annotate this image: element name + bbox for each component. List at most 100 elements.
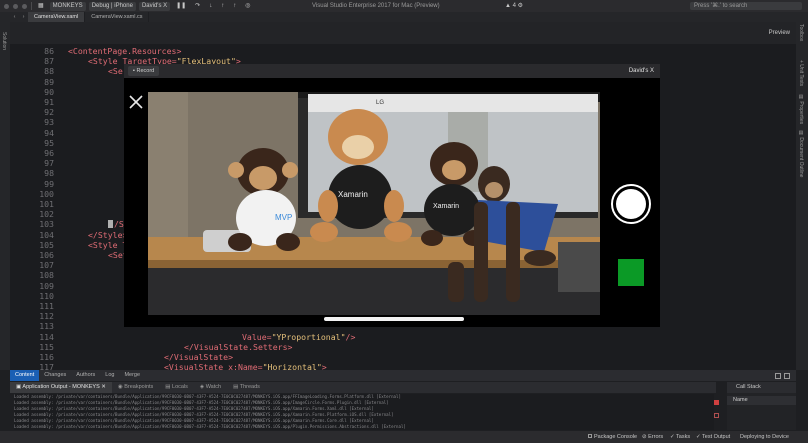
- configuration-selector[interactable]: Debug | iPhone: [88, 1, 136, 11]
- call-stack-name-column[interactable]: Name: [727, 396, 796, 405]
- preview-button[interactable]: Preview: [769, 30, 790, 36]
- monitor-brand: LG: [376, 100, 384, 106]
- code-text: <Se: [108, 66, 123, 77]
- record-button[interactable]: ▪ Record: [128, 66, 160, 76]
- close-icon[interactable]: [128, 94, 144, 110]
- tab-merge[interactable]: Merge: [119, 370, 145, 381]
- split-horizontal-icon[interactable]: [775, 373, 781, 379]
- tab-watch[interactable]: ◈ Watch: [194, 382, 227, 393]
- tab-log[interactable]: Log: [100, 370, 119, 381]
- tasks-button[interactable]: ✓ Tasks: [670, 431, 690, 443]
- line-number: 107: [39, 260, 54, 271]
- line-number: 86: [44, 46, 54, 56]
- line-number: 103: [39, 219, 54, 230]
- deploying-label: Deploying to Device: [740, 434, 789, 440]
- clear-output-icon[interactable]: [714, 413, 719, 418]
- window-zoom-button[interactable]: [22, 3, 27, 9]
- code-text: </VisualState.Setters>: [184, 341, 293, 352]
- record-icon: ▪: [133, 68, 135, 74]
- line-number: 100: [39, 188, 54, 199]
- tab-content[interactable]: Content: [10, 370, 40, 381]
- properties-pad-tab[interactable]: ▤ Properties: [798, 94, 804, 124]
- errors-label: Errors: [648, 434, 664, 440]
- tab-cameraview-xaml-cs[interactable]: CameraView.xaml.cs: [85, 12, 150, 22]
- test-output-label: Test Output: [702, 434, 731, 440]
- tab-application-output[interactable]: ▣ Application Output - MONKEYS ✕: [10, 382, 112, 393]
- code-line[interactable]: <Style T: [88, 240, 127, 250]
- package-console-label: Package Console: [594, 434, 638, 440]
- step-up-icon[interactable]: ↑: [230, 2, 239, 11]
- tab-changes[interactable]: Changes: [39, 370, 71, 381]
- window-minimize-button[interactable]: [13, 3, 18, 9]
- package-console-button[interactable]: Package Console: [588, 431, 637, 443]
- green-square-indicator[interactable]: [618, 259, 644, 286]
- pause-icon[interactable]: ❚❚: [173, 2, 189, 11]
- document-outline-pad-tab[interactable]: ▤ Document Outline: [798, 130, 804, 177]
- test-output-button[interactable]: ✓ Test Output: [696, 431, 730, 443]
- application-output[interactable]: Loaded assembly: /private/var/containers…: [14, 394, 714, 430]
- toolbox-pad-tab[interactable]: Toolbox: [798, 24, 804, 41]
- jersey-text-xamarin-2: Xamarin: [433, 203, 459, 210]
- line-number: 87: [44, 56, 54, 67]
- app-title: Visual Studio Enterprise 2017 for Mac (P…: [312, 3, 440, 9]
- errors-button[interactable]: ⊘ Errors: [642, 431, 663, 443]
- forward-arrow-icon[interactable]: ›: [19, 14, 28, 20]
- layout-icon[interactable]: ▦: [35, 2, 47, 11]
- document-tab-bar: ‹ › CameraView.xaml CameraView.xaml.cs: [10, 12, 796, 22]
- stop-icon[interactable]: ◎: [242, 2, 253, 11]
- tasks-label: Tasks: [676, 434, 691, 440]
- code-line[interactable]: </Style>: [88, 230, 127, 240]
- line-number: 94: [44, 127, 54, 138]
- search-input[interactable]: Press '⌘.' to search: [690, 2, 802, 10]
- code-text: </VisualState>: [164, 352, 234, 362]
- code-text: </Style>: [88, 229, 128, 240]
- step-into-icon[interactable]: ↓: [206, 2, 215, 11]
- warning-indicator[interactable]: ▲ 4 ⚙: [505, 0, 523, 12]
- solution-pad-tab[interactable]: Solution: [1, 32, 7, 50]
- line-number: 108: [39, 270, 54, 281]
- shutter-button[interactable]: [611, 184, 651, 224]
- code-line[interactable]: <Se: [108, 66, 123, 76]
- step-over-icon[interactable]: ↷: [192, 2, 203, 11]
- line-number: 90: [44, 86, 54, 97]
- code-line[interactable]: </VisualState.Setters>: [184, 342, 292, 352]
- editor-header: Preview: [10, 22, 796, 44]
- text-cursor: [108, 220, 113, 229]
- unit-tests-pad-tab[interactable]: + Unit Tests: [798, 60, 804, 86]
- tab-threads[interactable]: ▤ Threads: [227, 382, 266, 393]
- code-text: <ContentPage.Resources>: [68, 46, 182, 56]
- editor-bottom-tabs: Content Changes Authors Log Merge: [10, 370, 796, 381]
- line-number: 101: [39, 199, 54, 209]
- code-text: Value="YProportional"/>: [242, 331, 356, 342]
- line-number: 99: [44, 178, 54, 189]
- status-bar: Package Console ⊘ Errors ✓ Tasks ✓ Test …: [0, 431, 808, 443]
- tab-breakpoints-label: Breakpoints: [124, 384, 154, 390]
- line-number: 96: [44, 148, 54, 158]
- tab-locals[interactable]: ▤ Locals: [159, 382, 194, 393]
- line-number: 115: [39, 341, 54, 352]
- step-out-icon[interactable]: ↑: [218, 2, 227, 11]
- tab-cameraview-xaml[interactable]: CameraView.xaml: [28, 12, 86, 22]
- device-selector[interactable]: David's X: [138, 1, 171, 11]
- line-number: 92: [44, 107, 54, 118]
- split-vertical-icon[interactable]: [784, 373, 790, 379]
- project-selector[interactable]: MONKEYS: [49, 1, 86, 11]
- tab-authors[interactable]: Authors: [71, 370, 100, 381]
- record-label: Record: [136, 68, 155, 74]
- line-number: 89: [44, 76, 54, 87]
- back-arrow-icon[interactable]: ‹: [10, 14, 19, 20]
- deploying-status: Deploying to Device: [740, 431, 789, 443]
- tab-breakpoints[interactable]: ◉ Breakpoints: [112, 382, 159, 393]
- code-line[interactable]: </VisualState>: [164, 352, 233, 362]
- call-stack-pad: Call Stack Name: [727, 382, 796, 430]
- code-line[interactable]: <ContentPage.Resources>: [68, 46, 181, 56]
- code-line[interactable]: Value="YProportional"/>: [242, 332, 355, 342]
- stop-output-icon[interactable]: [714, 400, 719, 405]
- line-number: 97: [44, 158, 54, 169]
- tab-locals-label: Locals: [172, 384, 188, 390]
- line-number: 110: [39, 290, 54, 301]
- code-text: <Style T: [88, 239, 128, 250]
- window-close-button[interactable]: [4, 3, 9, 9]
- line-number: 116: [39, 352, 54, 362]
- line-number: 91: [44, 97, 54, 107]
